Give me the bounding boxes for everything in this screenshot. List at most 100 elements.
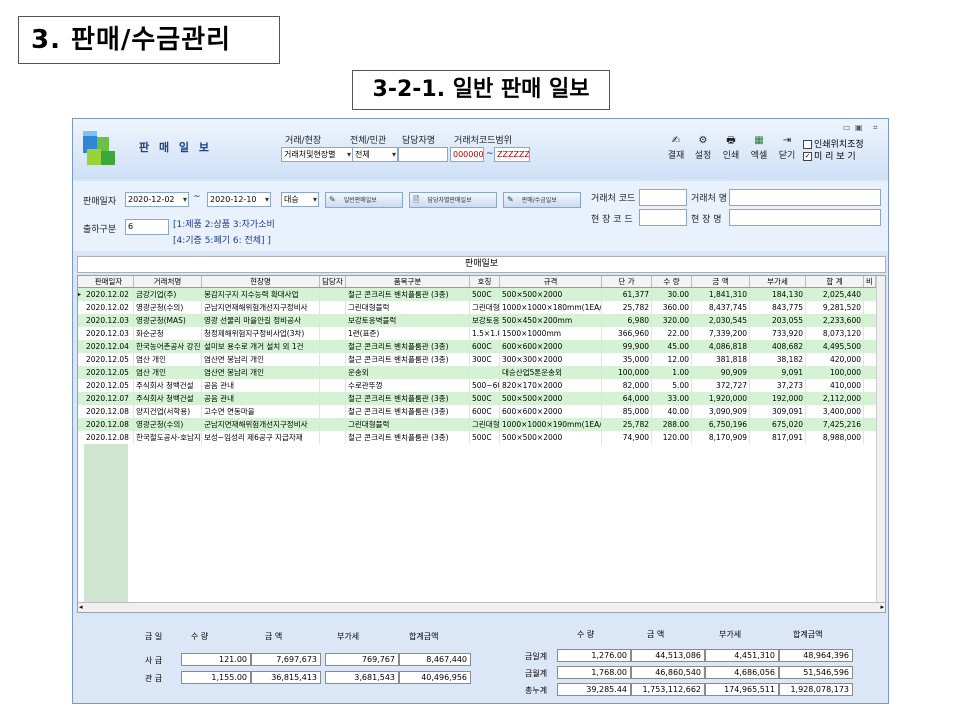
approve-label: 결재 [667,151,685,161]
table-cell [470,366,500,379]
column-header[interactable]: 품목구분 [346,276,470,287]
table-cell: 1.00 [652,366,692,379]
app-logo-icon [83,131,115,165]
table-cell: 1000×1000×180mm(1EA/m [502,301,602,314]
column-header[interactable]: 현장명 [202,276,320,287]
minimize-button[interactable]: ▭ [843,123,851,132]
date-from-input[interactable]: 2020-12-02 [125,192,189,207]
table-cell: 군남지면재해위험개선지구정비사 [202,301,320,314]
settings-button[interactable]: ⚙ 설정 [690,133,716,163]
table-cell [320,288,346,301]
table-cell: 500C [470,288,500,301]
table-cell: 61,377 [602,288,652,301]
table-row[interactable]: 2020.12.08 영광군청(수의) 군남지면재해위험개선지구정비사 그린대형블럭 그… [78,418,884,431]
table-row[interactable]: 2020.12.05주식회사 청백건설공음 관내 수로관뚜껑500~600820×… [78,379,884,392]
ship-type-label: 출하구분 [83,225,117,235]
scroll-left-icon[interactable]: ◂ [79,603,83,612]
ship-type-input[interactable]: 6 [125,219,169,235]
summary-right-header-total: 합계금액 [793,630,823,639]
table-cell: 381,818 [692,353,750,366]
summary-left-header-vat: 부가세 [337,632,360,641]
client-code-input[interactable] [639,189,687,206]
trade-site-select[interactable]: 거래처및현장별 [281,147,353,162]
table-cell: 염산 개인 [134,353,202,366]
table-row[interactable]: 2020.12.08 양지건업(서학용) 고수면 연동마을 철근 콘크리트 벤치플룸관… [78,405,884,418]
table-cell: 203,055 [750,314,806,327]
table-row[interactable]: 2020.12.07 주식회사 청백건설 공음 관내 철근 콘크리트 벤치플룸관 (3… [78,392,884,405]
summary-month-vat: 4,686,056 [705,666,779,679]
column-header[interactable]: 수 량 [652,276,692,287]
table-cell: 1000×1000×190mm(1EA/m [502,418,602,431]
print-button[interactable]: 🖶 인쇄 [718,133,744,163]
column-header[interactable]: 규격 [500,276,602,287]
table-row[interactable]: 2020.12.03 영광군청(MAS) 영광 선물리 마을안길 정비공사 보강토옹벽… [78,314,884,327]
table-cell: 한국철도공사-호남지역 [136,431,202,444]
client-name-input[interactable] [729,189,881,206]
table-cell: 2,025,440 [806,288,864,301]
table-row[interactable]: 2020.12.03 화순군청 청정제해위험지구정비사업(3차) 1련(표준) 1.5×… [78,327,884,340]
table-cell: 38,182 [750,353,806,366]
vertical-scrollbar[interactable] [876,276,885,602]
table-cell: 양지건업(서학용) [134,405,202,418]
sales-collection-report-button[interactable]: ✎ 판매/수금일보 [503,192,581,208]
table-row[interactable]: 2020.12.05 염산 개인 염산면 봉남리 개인 운송외 대승산업5톤운송외 100… [78,366,884,379]
summary-private-amount: 7,697,673 [251,653,321,666]
grid-empty-area [84,444,128,602]
table-cell: 366,960 [602,327,652,340]
scroll-right-icon[interactable]: ▸ [880,603,884,612]
table-cell: 500×450×200mm [500,314,602,327]
summary-month-qty: 1,768.00 [557,666,631,679]
column-header[interactable]: 담당자 [320,276,346,287]
table-cell: 300×300×2000 [500,353,602,366]
maximize-button[interactable]: ▣ [855,123,863,132]
table-cell [320,379,346,392]
table-row[interactable]: 2020.12.05 염산 개인 염산면 봉남리 개인 철근 콘크리트 벤치플룸관 (… [78,353,884,366]
code-to-input[interactable]: ZZZZZZ [494,147,530,162]
table-cell: 2020.12.08 [84,431,134,444]
site-name-input[interactable] [729,209,881,226]
table-cell: 염산면 봉남리 개인 [202,353,320,366]
column-header[interactable]: 부가세 [750,276,806,287]
table-cell: 공음 관내 [202,379,320,392]
column-header[interactable]: 비 [864,276,876,287]
column-header[interactable]: 거래처명 [134,276,202,287]
exit-button[interactable]: ⇥ 닫기 [774,133,800,163]
table-cell: 2020.12.08 [84,418,134,431]
date-tilde: ~ [193,192,201,202]
manager-input[interactable] [398,147,448,162]
date-to-input[interactable]: 2020-12-10 [207,192,271,207]
approve-button[interactable]: ✍ 결재 [663,133,689,163]
table-cell: 82,000 [602,379,652,392]
table-cell: 공음 관내 [202,392,320,405]
excel-button[interactable]: ▦ 엑셀 [746,133,772,163]
site-code-input[interactable] [639,209,687,226]
horizontal-scrollbar[interactable]: ◂ ▸ [78,602,885,612]
table-row[interactable]: 2020.12.08 한국철도공사-호남지역 보성~임성리 제6공구 지급자재 철근 … [78,431,884,444]
mode-select[interactable]: 대승 [281,192,319,207]
column-header[interactable]: 합 계 [806,276,864,287]
exit-icon: ⇥ [782,135,792,146]
table-row[interactable]: ▸ 2020.12.02 금강기업(주) 봉감지구지 지수능력 확대사업 철근 콘크리트… [78,288,884,301]
table-row[interactable]: 2020.12.04 한국농어촌공사 강진지 설미보 용수로 개거 설치 외 1건 철… [78,340,884,353]
summary-right-header-qty: 수 량 [577,630,595,639]
manager-sales-report-button[interactable]: 🖹 담당자별판매일보 [409,192,497,208]
column-header[interactable]: 금 액 [692,276,750,287]
summary-public-qty: 1,155.00 [181,671,251,684]
preview-checkbox[interactable]: ✓ 미 리 보 기 [803,149,856,162]
summary-month-amount: 46,860,540 [631,666,705,679]
code-from-input[interactable]: 000000 [450,147,484,162]
column-header[interactable]: 호칭 [470,276,500,287]
table-cell: 100,000 [806,366,864,379]
excel-icon: ▦ [754,135,764,146]
general-sales-report-button[interactable]: ✎ 일반판매일보 [325,192,403,208]
table-row[interactable]: 2020.12.02 영광군청(수의) 군남지면재해위험개선지구정비사 그린대형블럭 그… [78,301,884,314]
table-cell: 2020.12.07 [84,392,134,405]
column-header[interactable]: 단 가 [602,276,652,287]
table-cell: 군남지면재해위험개선지구정비사 [202,418,320,431]
all-public-select[interactable]: 전체 [352,147,398,162]
column-header[interactable]: 판매일자 [84,276,134,287]
close-button[interactable]: ⌗ [873,123,878,133]
trade-site-label: 거래/현장 [285,136,322,146]
table-cell: 40.00 [652,405,692,418]
table-cell: 2,112,000 [806,392,864,405]
